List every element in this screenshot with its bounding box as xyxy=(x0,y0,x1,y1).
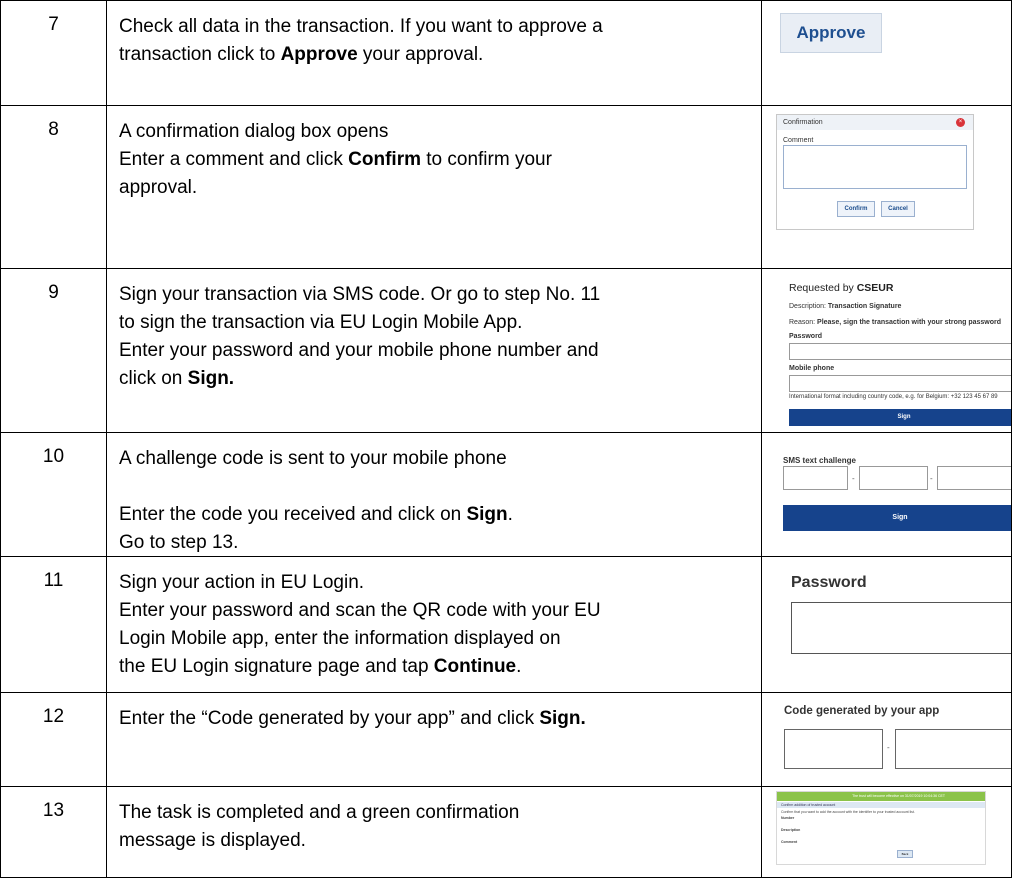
text-line: Enter the “Code generated by your app” a… xyxy=(119,708,586,729)
code-field xyxy=(859,466,928,490)
table-row: 9 Sign your transaction via SMS code. Or… xyxy=(0,268,1012,432)
separator: - xyxy=(852,474,855,483)
confirmation-page: The trust will become effective on 31/07… xyxy=(776,791,986,865)
bold-term: Confirm xyxy=(348,149,421,170)
step-number: 7 xyxy=(1,1,107,105)
table-row: 13 The task is completed and a green con… xyxy=(0,786,1012,878)
dialog-title: Confirmation xyxy=(777,115,973,130)
comment-label: Comment xyxy=(783,137,814,144)
code-generated-label: Code generated by your app xyxy=(784,705,940,717)
password-field xyxy=(791,602,1011,654)
step-screenshot: The trust will become effective on 31/07… xyxy=(762,787,1011,877)
table-row: 11 Sign your action in EU Login. Enter yo… xyxy=(0,556,1012,692)
step-number: 10 xyxy=(1,433,107,556)
text-line: Enter your password and your mobile phon… xyxy=(119,340,599,361)
table-row: 10 A challenge code is sent to your mobi… xyxy=(0,432,1012,556)
step-text: Sign your transaction via SMS code. Or g… xyxy=(107,269,762,432)
step-number: 13 xyxy=(1,787,107,877)
bold-term: Continue xyxy=(433,656,517,677)
password-field xyxy=(789,343,1011,360)
field-label: Number xyxy=(781,816,795,820)
text-line: A challenge code is sent to your mobile … xyxy=(119,448,507,469)
step-screenshot: SMS text challenge - - Sign xyxy=(762,433,1011,556)
step-number: 9 xyxy=(1,269,107,432)
text-line: Enter the code you received and click on… xyxy=(119,504,513,525)
confirm-button: Confirm xyxy=(837,201,875,217)
text-line: The task is completed and a green confir… xyxy=(119,802,520,823)
body-text: Confirm that you want to add the account… xyxy=(781,810,915,814)
field-label: Description xyxy=(781,828,801,832)
text-line xyxy=(119,473,749,501)
code-field xyxy=(895,729,1011,769)
instruction-table: 7 Check all data in the transaction. If … xyxy=(0,0,1014,878)
back-button: Back xyxy=(897,850,913,858)
step-number: 11 xyxy=(1,557,107,692)
table-row: 12 Enter the “Code generated by your app… xyxy=(0,692,1012,786)
section-header: Confirm addition of trusted account xyxy=(777,802,985,808)
step-text: Check all data in the transaction. If yo… xyxy=(107,1,762,105)
approve-button: Approve xyxy=(780,13,882,53)
text-line: A confirmation dialog box opens xyxy=(119,121,389,142)
step-text: A confirmation dialog box opens Enter a c… xyxy=(107,106,762,268)
step-text: Enter the “Code generated by your app” a… xyxy=(107,693,762,786)
table-row: 8 A confirmation dialog box opens Enter a… xyxy=(0,105,1012,268)
text-line: Go to step 13. xyxy=(119,532,239,553)
text-line: to sign the transaction via EU Login Mob… xyxy=(119,312,523,333)
table-row: 7 Check all data in the transaction. If … xyxy=(0,0,1012,105)
bold-term: Sign xyxy=(466,504,508,525)
description-line: Description: Transaction Signature xyxy=(789,303,902,310)
step-screenshot: Requested by CSEUR Description: Transact… xyxy=(762,269,1011,432)
text-line: Check all data in the transaction. If yo… xyxy=(119,16,603,37)
step-screenshot: Code generated by your app - xyxy=(762,693,1011,786)
step-screenshot: Confirmation × Comment Confirm Cancel xyxy=(762,106,1011,268)
separator: - xyxy=(887,743,890,752)
bold-term: Sign. xyxy=(187,368,235,389)
mobile-phone-label: Mobile phone xyxy=(789,365,835,372)
password-label: Password xyxy=(791,574,867,591)
sms-challenge-title: SMS text challenge xyxy=(783,456,856,465)
code-field xyxy=(783,466,848,490)
step-text: Sign your action in EU Login. Enter your … xyxy=(107,557,762,692)
step-number: 12 xyxy=(1,693,107,786)
cancel-button: Cancel xyxy=(881,201,915,217)
step-screenshot: Password xyxy=(762,557,1011,692)
text-line: Sign your transaction via SMS code. Or g… xyxy=(119,284,601,305)
text-line: message is displayed. xyxy=(119,830,306,851)
reason-line: Reason: Please, sign the transaction wit… xyxy=(789,319,1002,326)
text-line: Login Mobile app, enter the information … xyxy=(119,628,561,649)
code-field xyxy=(784,729,883,769)
text-line: click on Sign. xyxy=(119,368,235,389)
text-line: transaction click to Approve your approv… xyxy=(119,44,484,65)
comment-field xyxy=(783,145,967,189)
step-number: 8 xyxy=(1,106,107,268)
step-text: A challenge code is sent to your mobile … xyxy=(107,433,762,556)
field-label: Comment xyxy=(781,840,798,844)
sign-button: Sign xyxy=(783,505,1011,531)
password-label: Password xyxy=(789,333,823,340)
phone-format-hint: International format including country c… xyxy=(789,394,998,400)
step-screenshot: Approve xyxy=(762,1,1011,105)
text-line: the EU Login signature page and tap Cont… xyxy=(119,656,522,677)
separator: - xyxy=(930,474,933,483)
text-line: Enter a comment and click Confirm to con… xyxy=(119,149,552,170)
text-line: Sign your action in EU Login. xyxy=(119,572,365,593)
text-line: Enter your password and scan the QR code… xyxy=(119,600,601,621)
confirmation-dialog: Confirmation × Comment Confirm Cancel xyxy=(776,114,974,230)
requested-by: Requested by CSEUR xyxy=(789,282,894,294)
bold-term: Sign. xyxy=(539,708,586,729)
sign-button: Sign xyxy=(789,409,1011,426)
success-banner: The trust will become effective on 31/07… xyxy=(777,792,985,801)
code-field xyxy=(937,466,1011,490)
step-text: The task is completed and a green confir… xyxy=(107,787,762,877)
close-icon: × xyxy=(956,118,965,127)
bold-term: Approve xyxy=(280,44,358,65)
mobile-phone-field xyxy=(789,375,1011,392)
text-line: approval. xyxy=(119,177,198,198)
